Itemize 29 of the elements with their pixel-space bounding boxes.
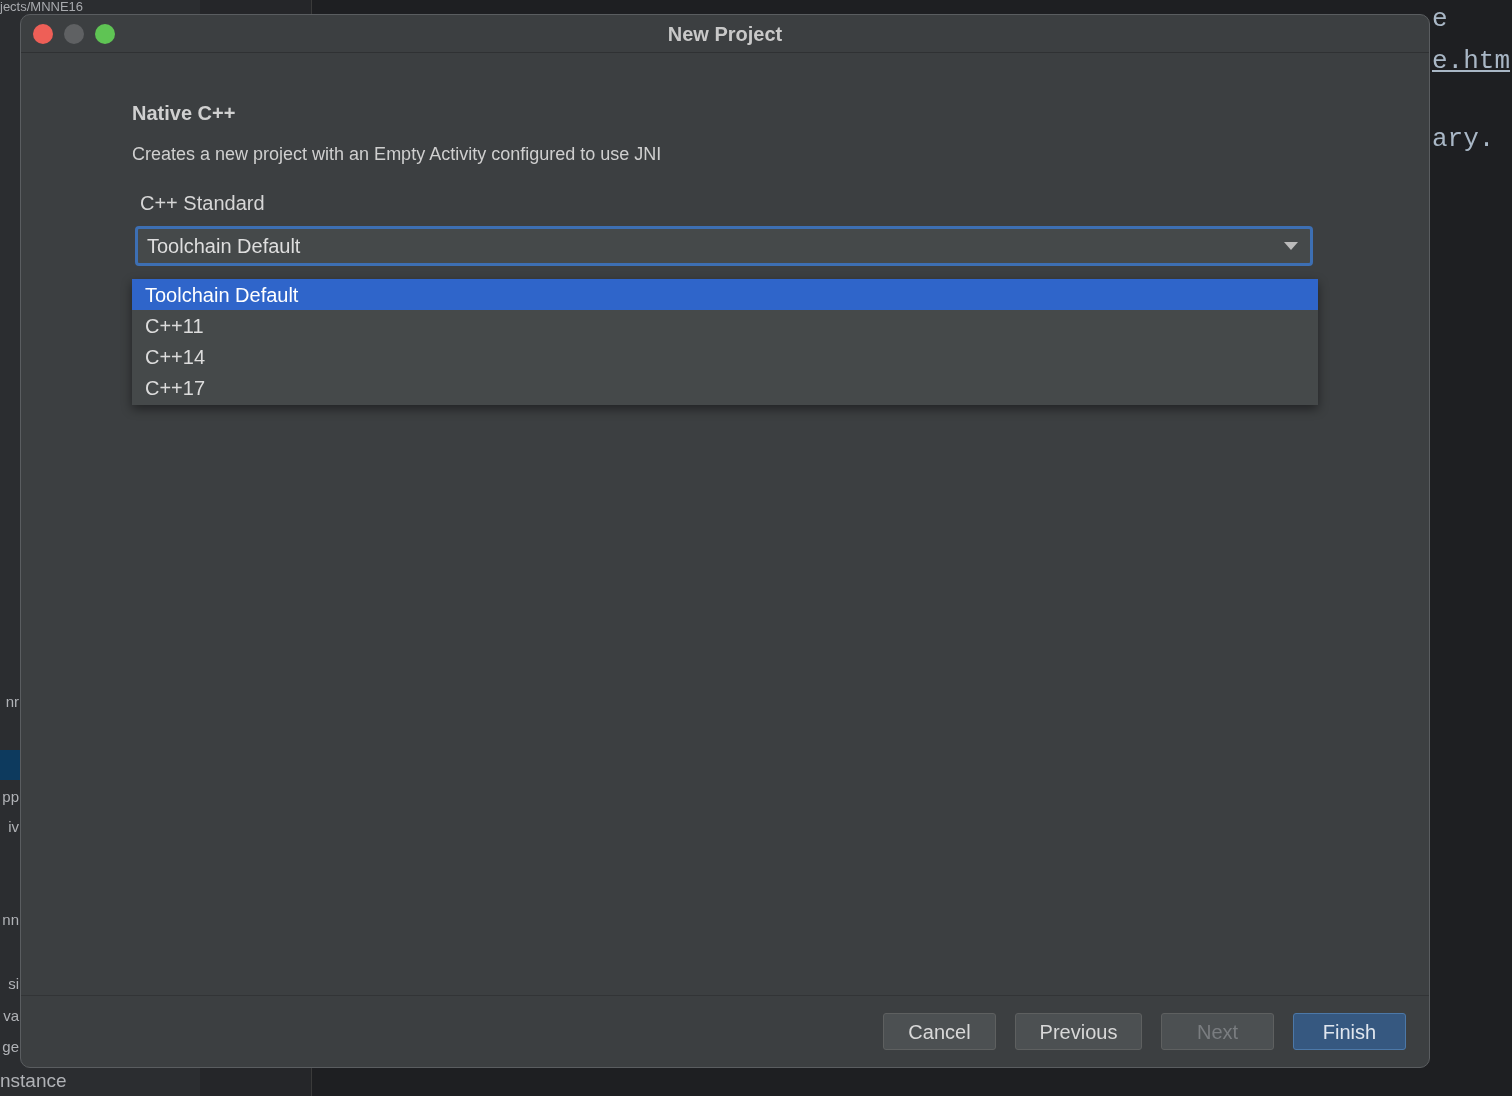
- sidebar-text: si: [8, 976, 19, 991]
- caret-icon: [1284, 242, 1298, 250]
- link-text[interactable]: e.htm: [1432, 48, 1510, 74]
- field-label: C++ Standard: [140, 193, 266, 213]
- window-title: New Project: [667, 21, 783, 47]
- dropdown-option[interactable]: Toolchain Default: [132, 279, 1318, 310]
- minimize-icon[interactable]: [64, 23, 84, 44]
- dropdown-option[interactable]: C++14: [132, 341, 1318, 372]
- sidebar-text: nr: [5, 694, 19, 709]
- template-title: Native C++: [132, 103, 237, 123]
- code-text: e: [1432, 6, 1449, 32]
- sidebar-text: ge: [2, 1039, 19, 1054]
- sidebar-text: va: [3, 1008, 19, 1023]
- dialog-button[interactable]: Cancel: [883, 1013, 996, 1050]
- sidebar-text: iv: [8, 819, 19, 834]
- close-icon[interactable]: [33, 23, 53, 44]
- code-text: ary.: [1432, 126, 1496, 152]
- dialog-button[interactable]: Previous: [1015, 1013, 1142, 1050]
- dropdown-option[interactable]: C++17: [132, 372, 1318, 403]
- sidebar-text: nn: [2, 912, 19, 927]
- dropdown-option[interactable]: C++11: [132, 310, 1318, 341]
- dialog-button[interactable]: Finish: [1293, 1013, 1406, 1050]
- template-description: Creates a new project with an Empty Activity configured to use JNI: [132, 145, 663, 163]
- sidebar-text: nstance: [0, 1071, 67, 1090]
- zoom-icon[interactable]: [95, 23, 115, 44]
- sidebar-text: pp: [2, 789, 19, 804]
- path-text: jects/MNNE16: [0, 0, 84, 13]
- cpp-standard-dropdown[interactable]: Toolchain Default: [135, 226, 1313, 266]
- selected-row-highlight: [0, 750, 20, 780]
